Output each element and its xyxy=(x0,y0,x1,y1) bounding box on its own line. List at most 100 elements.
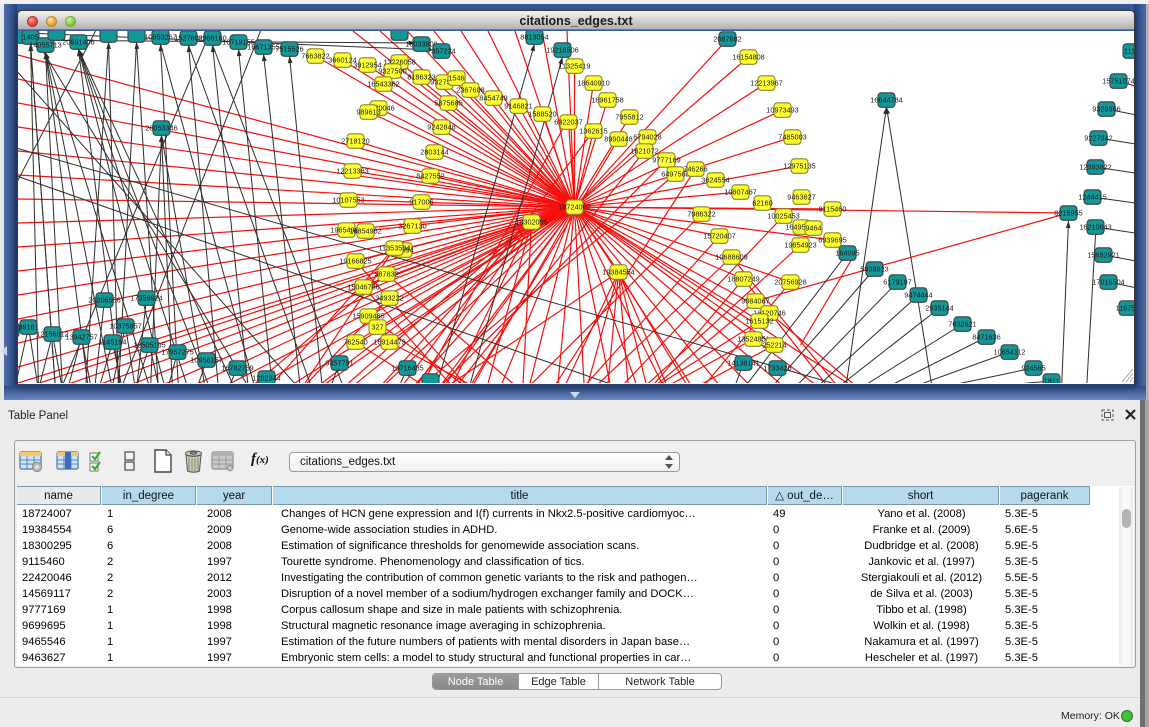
svg-text:18302095: 18302095 xyxy=(515,217,547,226)
svg-text:10807467: 10807467 xyxy=(724,187,756,196)
svg-text:7955812: 7955812 xyxy=(615,112,643,121)
svg-text:12213967: 12213967 xyxy=(750,78,782,87)
svg-text:1621072: 1621072 xyxy=(630,146,658,155)
svg-text:587832: 587832 xyxy=(374,269,398,278)
svg-text:28053346: 28053346 xyxy=(145,123,177,132)
svg-text:116753: 116753 xyxy=(1116,303,1134,312)
svg-text:7986322: 7986322 xyxy=(687,209,715,218)
svg-text:15046786: 15046786 xyxy=(347,282,379,291)
svg-text:20756928: 20756928 xyxy=(774,277,806,286)
svg-text:1546: 1546 xyxy=(448,73,464,82)
svg-text:9777169: 9777169 xyxy=(652,155,680,164)
svg-text:6179197: 6179197 xyxy=(883,277,911,286)
svg-text:7515526: 7515526 xyxy=(275,44,303,53)
svg-text:3267130: 3267130 xyxy=(398,221,426,230)
svg-text:9242848: 9242848 xyxy=(427,122,455,131)
svg-text:9329966: 9329966 xyxy=(1092,104,1120,113)
svg-text:9464: 9464 xyxy=(805,223,821,232)
svg-text:7357224: 7357224 xyxy=(427,46,455,55)
svg-text:17957275: 17957275 xyxy=(161,347,193,356)
svg-text:917006: 917006 xyxy=(409,197,433,206)
svg-text:18640910: 18640910 xyxy=(577,78,609,87)
svg-text:19166825: 19166825 xyxy=(339,256,371,265)
svg-text:10107553: 10107553 xyxy=(332,195,364,204)
svg-text:10958157: 10958157 xyxy=(190,355,222,364)
svg-text:9457791: 9457791 xyxy=(325,358,353,367)
svg-text:18724007: 18724007 xyxy=(558,202,590,211)
svg-text:10688609: 10688609 xyxy=(715,252,747,261)
svg-text:15909485: 15909485 xyxy=(352,311,384,320)
svg-text:9327500: 9327500 xyxy=(378,66,406,75)
svg-text:10973493: 10973493 xyxy=(766,105,798,114)
svg-text:11353594: 11353594 xyxy=(379,243,411,252)
svg-text:2803144: 2803144 xyxy=(420,147,448,156)
svg-text:16961758: 16961758 xyxy=(591,95,623,104)
svg-text:9115460: 9115460 xyxy=(819,204,847,213)
svg-text:252214: 252214 xyxy=(762,340,786,349)
svg-text:19384554: 19384554 xyxy=(602,267,634,276)
svg-text:15720407: 15720407 xyxy=(703,231,735,240)
svg-text:7632621: 7632621 xyxy=(948,319,976,328)
svg-text:16854962: 16854962 xyxy=(349,226,381,235)
svg-text:1733426: 1733426 xyxy=(763,363,791,372)
svg-text:13716485: 13716485 xyxy=(391,363,423,372)
svg-text:8471636: 8471636 xyxy=(972,332,1000,341)
svg-text:1811: 1811 xyxy=(1044,376,1060,383)
svg-text:10853267: 10853267 xyxy=(144,32,176,41)
svg-text:19654923: 19654923 xyxy=(784,240,816,249)
svg-text:1615132: 1615132 xyxy=(745,316,773,325)
svg-text:16782759: 16782759 xyxy=(221,363,253,372)
svg-text:16154808: 16154808 xyxy=(732,52,764,61)
svg-text:10654112: 10654112 xyxy=(994,347,1026,356)
svg-text:9474444: 9474444 xyxy=(904,290,932,299)
svg-text:9227342: 9227342 xyxy=(1084,133,1112,142)
svg-text:1282344: 1282344 xyxy=(252,373,280,382)
svg-text:10375857: 10375857 xyxy=(109,321,141,330)
svg-text:327: 327 xyxy=(371,322,383,331)
svg-text:164095: 164095 xyxy=(835,248,859,257)
svg-text:6794028: 6794028 xyxy=(633,132,661,141)
svg-text:20206556: 20206556 xyxy=(88,295,120,304)
svg-text:12156812: 12156812 xyxy=(36,329,68,338)
svg-text:15751074: 15751074 xyxy=(1102,76,1134,85)
svg-text:5875685: 5875685 xyxy=(434,98,462,107)
svg-text:19218506: 19218506 xyxy=(546,45,578,54)
svg-text:17359924: 17359924 xyxy=(130,293,162,302)
svg-text:8990448: 8990448 xyxy=(604,134,632,143)
svg-text:14136141: 14136141 xyxy=(727,358,759,367)
svg-text:2087682: 2087682 xyxy=(713,34,741,43)
svg-text:6322037: 6322037 xyxy=(554,117,582,126)
svg-text:17016504: 17016504 xyxy=(1092,277,1124,286)
svg-text:16543362: 16543362 xyxy=(367,79,399,88)
svg-text:2935144: 2935144 xyxy=(925,303,953,312)
svg-text:989613: 989613 xyxy=(356,107,380,116)
svg-text:7663822: 7663822 xyxy=(301,51,329,60)
svg-text:12213363: 12213363 xyxy=(336,166,368,175)
svg-text:12093822: 12093822 xyxy=(1079,162,1111,171)
svg-text:16210643: 16210643 xyxy=(1079,222,1111,231)
svg-text:8215955: 8215955 xyxy=(1054,208,1082,217)
svg-text:10025453: 10025453 xyxy=(767,211,799,220)
svg-text:16914479: 16914479 xyxy=(373,337,405,346)
svg-text:1145194: 1145194 xyxy=(99,337,127,346)
svg-text:6939695: 6939695 xyxy=(818,235,846,244)
svg-text:746266: 746266 xyxy=(683,164,707,173)
svg-text:924565: 924565 xyxy=(1021,363,1045,372)
svg-text:16644784: 16644784 xyxy=(870,95,902,104)
svg-text:1588520: 1588520 xyxy=(528,109,556,118)
svg-text:3493222: 3493222 xyxy=(375,293,403,302)
svg-text:13942757: 13942757 xyxy=(65,332,97,341)
svg-text:62160: 62160 xyxy=(752,198,772,207)
svg-text:1244415: 1244415 xyxy=(1078,192,1106,201)
svg-text:8427552: 8427552 xyxy=(416,171,444,180)
svg-text:12975135: 12975135 xyxy=(783,161,815,170)
svg-text:3624554: 3624554 xyxy=(701,175,729,184)
svg-text:7485003: 7485003 xyxy=(778,132,806,141)
svg-text:2718120: 2718120 xyxy=(341,136,369,145)
svg-text:5938923: 5938923 xyxy=(860,264,888,273)
svg-text:8813054: 8813054 xyxy=(520,32,548,41)
svg-text:18807249: 18807249 xyxy=(727,274,759,283)
svg-text:20691406: 20691406 xyxy=(62,37,94,46)
svg-text:15692921: 15692921 xyxy=(1087,250,1119,259)
svg-text:1117: 1117 xyxy=(1124,46,1134,55)
